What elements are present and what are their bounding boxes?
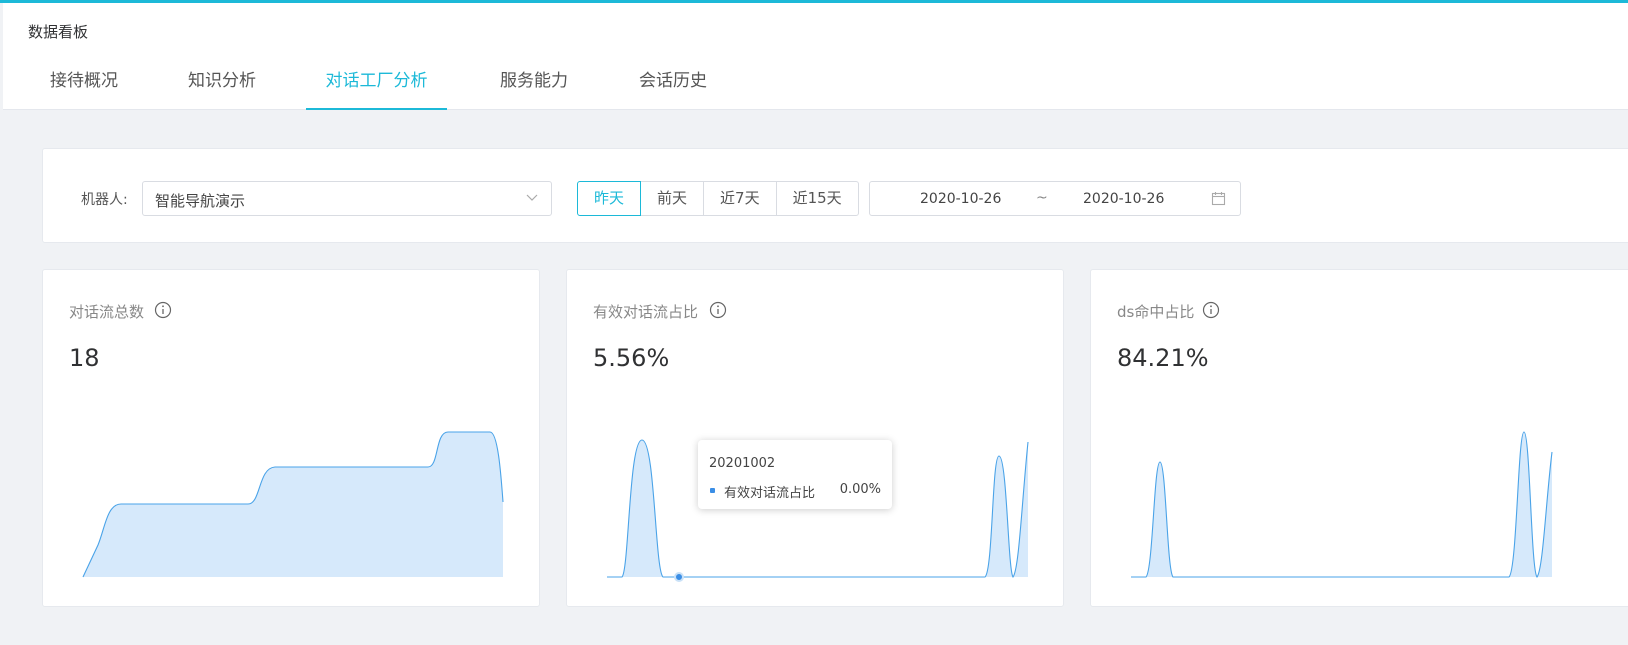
tab-dialog-factory-analysis[interactable]: 对话工厂分析 bbox=[306, 61, 447, 110]
robot-label: 机器人: bbox=[81, 192, 128, 208]
filter-panel: 机器人: 智能导航演示 昨天 前天 近7天 近15天 2020-10-26 ~ … bbox=[42, 148, 1628, 243]
tooltip-series-name: 有效对话流占比 bbox=[724, 486, 816, 501]
tab-session-history[interactable]: 会话历史 bbox=[634, 61, 712, 110]
tab-reception-overview[interactable]: 接待概况 bbox=[45, 61, 123, 110]
card-ds-hit-ratio: ds命中占比 84.21% bbox=[1090, 269, 1628, 607]
page-header: 数据看板 接待概况 知识分析 对话工厂分析 服务能力 会话历史 bbox=[3, 3, 1628, 110]
card-valid-dialog-ratio: 有效对话流占比 5.56% bbox=[566, 269, 1064, 607]
sparkline-chart bbox=[1131, 431, 1553, 578]
date-separator: ~ bbox=[1036, 190, 1048, 206]
page-title: 数据看板 bbox=[28, 23, 89, 41]
robot-select-value: 智能导航演示 bbox=[155, 192, 246, 210]
calendar-icon bbox=[1211, 192, 1226, 206]
date-range-picker[interactable]: 2020-10-26 ~ 2020-10-26 bbox=[869, 181, 1241, 216]
tab-knowledge-analysis[interactable]: 知识分析 bbox=[183, 61, 261, 110]
card-total-dialog-flows: 对话流总数 18 bbox=[42, 269, 540, 607]
chart-tooltip: 20201002 有效对话流占比 0.00% bbox=[698, 440, 892, 509]
robot-select[interactable]: 智能导航演示 bbox=[142, 181, 552, 216]
sparkline-chart bbox=[82, 431, 504, 578]
tooltip-date: 20201002 bbox=[709, 456, 776, 471]
date-end[interactable]: 2020-10-26 bbox=[1083, 191, 1164, 207]
tab-service-capability[interactable]: 服务能力 bbox=[495, 61, 573, 110]
tooltip-series-marker bbox=[710, 488, 715, 493]
last-15-days-button[interactable]: 近15天 bbox=[775, 181, 859, 216]
quick-date-buttons: 昨天 前天 近7天 近15天 bbox=[577, 181, 859, 216]
yesterday-button[interactable]: 昨天 bbox=[577, 181, 642, 216]
last-7-days-button[interactable]: 近7天 bbox=[703, 181, 777, 216]
chevron-down-icon bbox=[526, 194, 538, 201]
sparkline-line bbox=[1131, 431, 1553, 578]
tooltip-series-value: 0.00% bbox=[839, 482, 881, 497]
hover-point bbox=[674, 572, 684, 582]
sparkline-chart bbox=[607, 439, 1029, 582]
date-start[interactable]: 2020-10-26 bbox=[920, 191, 1001, 207]
day-before-button[interactable]: 前天 bbox=[640, 181, 705, 216]
sparkline-area bbox=[1131, 432, 1552, 577]
